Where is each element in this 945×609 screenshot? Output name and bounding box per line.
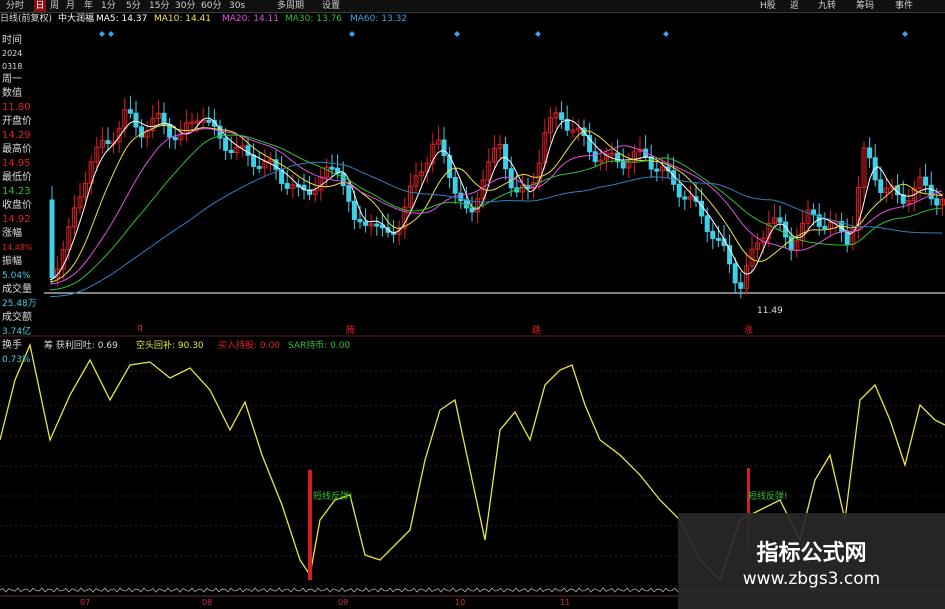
x-axis-label: 08	[202, 598, 213, 607]
watermark-url: www.zbgs3.com	[742, 569, 881, 589]
amplitude-label: 振幅	[2, 256, 22, 267]
weekday-value: 周一	[2, 74, 22, 85]
candle-body	[441, 139, 447, 157]
candle-body	[284, 182, 290, 189]
candle-body	[161, 112, 167, 125]
signal-label: 腾	[346, 326, 356, 336]
change-label: 涨幅	[2, 228, 22, 239]
indicator-short-cover: 空头回补: 90.30	[136, 341, 204, 351]
indicator-sar: SAR持币: 0.00	[288, 341, 351, 351]
turnover-label: 换手	[2, 340, 22, 351]
value-label: 数值	[2, 88, 22, 99]
signal-label: q	[137, 323, 143, 333]
candle-body	[503, 144, 509, 170]
candle-body	[727, 245, 733, 265]
volume-value: 25.48万	[2, 299, 37, 309]
value-value: 11.80	[2, 102, 31, 113]
time-label: 时间	[2, 35, 22, 46]
high-value: 14.95	[2, 158, 31, 169]
candle-body	[346, 185, 352, 202]
candle-body	[251, 154, 257, 167]
candle-body	[654, 168, 660, 172]
signal-bar	[308, 470, 312, 580]
candle-body	[256, 165, 262, 169]
open-value: 14.29	[2, 130, 31, 141]
candle-body	[228, 149, 234, 154]
candle-body	[452, 177, 458, 194]
candle-body	[245, 145, 251, 156]
candle-body	[172, 136, 178, 141]
signal-diamond	[663, 31, 669, 37]
low-label: 最低价	[2, 172, 32, 183]
candle-body	[105, 140, 111, 145]
x-axis-label: 09	[338, 598, 349, 607]
turnover-value: 0.73%	[2, 355, 31, 365]
candle-body	[592, 151, 598, 162]
candle-body	[620, 161, 626, 169]
candle-body	[928, 184, 934, 200]
amount-value: 3.74亿	[2, 327, 32, 337]
high-label: 最高价	[2, 144, 32, 155]
year-value: 2024	[2, 49, 23, 58]
candle-body	[738, 282, 744, 289]
indicator-profit-taking: 筹 获利回吐: 0.69	[44, 341, 118, 351]
candle-body	[329, 166, 335, 170]
signal-diamond	[454, 31, 460, 37]
open-label: 开盘价	[2, 116, 32, 127]
candle-body	[648, 156, 654, 170]
candle-body	[710, 230, 716, 239]
candle-body	[676, 183, 682, 198]
signal-diamond	[349, 31, 355, 37]
signal-diamond	[99, 31, 105, 37]
watermark-title: 指标公式网	[756, 541, 867, 566]
candle-body	[777, 217, 783, 223]
candle-body	[878, 179, 884, 193]
candle-body	[363, 221, 369, 226]
low-price-marker: 11.49	[757, 306, 783, 316]
candle-body	[49, 199, 55, 279]
rebound-annotation: 短线反弹!	[748, 492, 788, 502]
candle-body	[682, 196, 688, 200]
date-value: 0318	[2, 62, 23, 71]
candle-body	[704, 215, 710, 232]
candle-body	[133, 112, 139, 128]
candle-body	[340, 172, 346, 187]
low-value: 14.23	[2, 186, 31, 197]
signal-label: 跳	[532, 326, 542, 336]
close-value: 14.92	[2, 214, 31, 225]
candle-body	[732, 263, 738, 284]
indicator-buy-hold: 买入持股: 0.00	[218, 341, 280, 351]
candle-body	[139, 126, 145, 138]
candle-body	[223, 137, 229, 151]
change-value: 14.48%	[2, 243, 33, 252]
candle-body	[206, 119, 212, 123]
candle-body	[351, 200, 357, 220]
candle-body	[615, 152, 621, 163]
amount-label: 成交额	[2, 312, 32, 323]
candle-body	[564, 118, 570, 131]
candle-body	[715, 237, 721, 241]
candle-body	[923, 176, 929, 186]
x-axis-label: 11	[560, 598, 571, 607]
signal-label: 涨	[744, 326, 754, 336]
watermark: 指标公式网 www.zbgs3.com	[678, 513, 945, 609]
x-axis-label: 07	[80, 598, 91, 607]
candle-body	[934, 198, 940, 206]
candle-body	[357, 218, 363, 223]
candle-body	[822, 225, 828, 230]
signal-diamond	[902, 31, 908, 37]
candle-body	[867, 147, 873, 159]
candle-body	[559, 112, 565, 120]
amplitude-value: 5.04%	[2, 271, 31, 281]
signal-diamond	[535, 31, 541, 37]
volume-label: 成交量	[2, 284, 32, 295]
close-label: 收盘价	[2, 200, 32, 211]
x-axis-label: 10	[455, 598, 466, 607]
candle-body	[127, 109, 133, 114]
candle-body	[374, 223, 380, 227]
signal-diamond	[108, 31, 114, 37]
rebound-annotation: 短线反弹!	[313, 492, 353, 502]
